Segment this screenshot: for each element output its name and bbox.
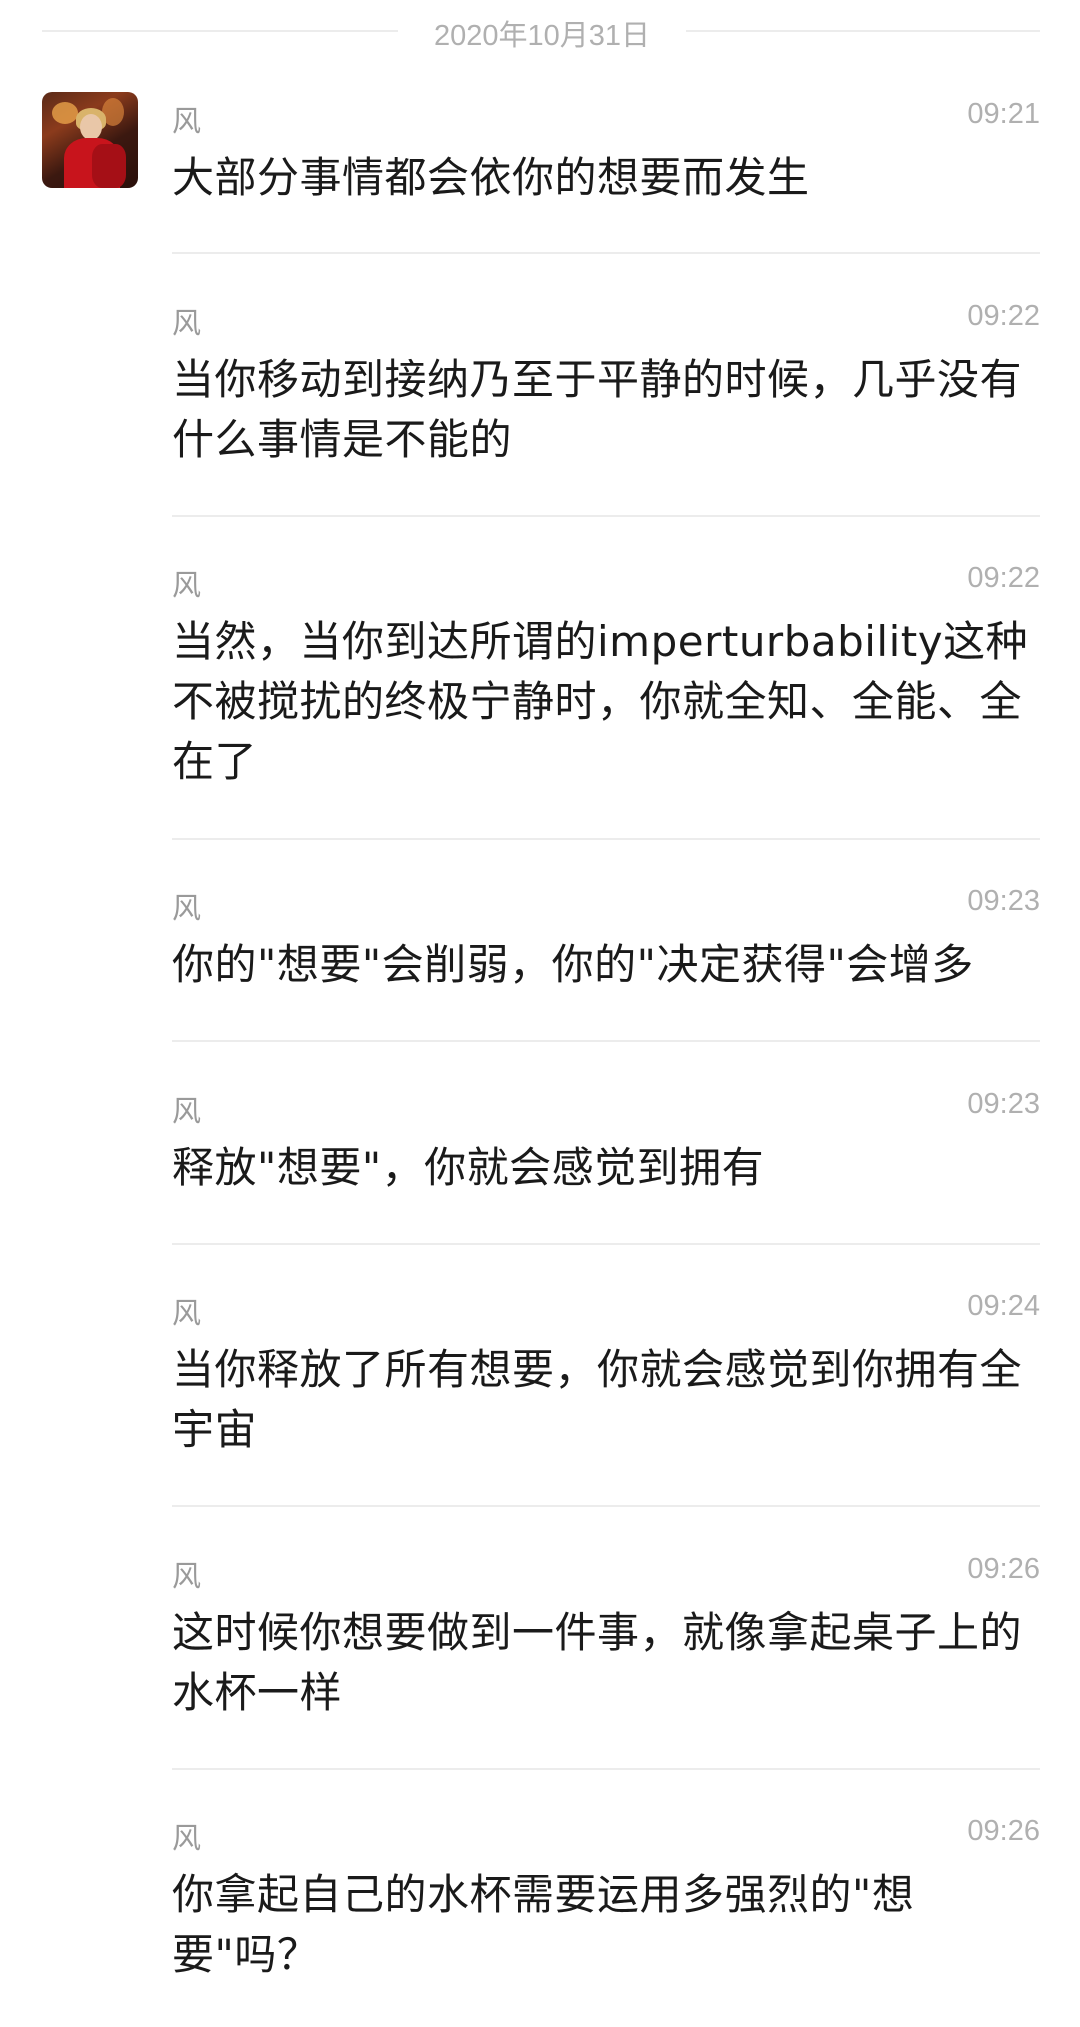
sender-name: 风 (172, 1296, 202, 1330)
message-text: 当然，当你到达所谓的imperturbability这种不被搅扰的终极宁静时，你… (172, 617, 1029, 786)
message-item[interactable]: 风 09:26 这时候你想要做到一件事，就像拿起桌子上的水杯一样 (172, 1553, 1040, 1753)
message-time: 09:26 (967, 1815, 1040, 1847)
message-text: 当你释放了所有想要，你就会感觉到你拥有全宇宙 (172, 1345, 1023, 1454)
message-item[interactable]: 风 09:22 当然，当你到达所谓的imperturbability这种不被搅扰… (172, 562, 1040, 822)
message-time: 09:22 (967, 300, 1040, 332)
message-time: 09:21 (967, 98, 1040, 130)
message-time: 09:26 (967, 1553, 1040, 1585)
date-separator: 2020年10月31日 (0, 0, 1080, 64)
message-text: 这时候你想要做到一件事，就像拿起桌子上的水杯一样 (172, 1608, 1023, 1717)
message-text: 你拿起自己的水杯需要运用多强烈的"想要"吗？ (172, 1870, 915, 1979)
message-text: 大部分事情都会依你的想要而发生 (172, 153, 810, 202)
date-label: 2020年10月31日 (433, 20, 651, 52)
date-line-right (686, 30, 1040, 32)
message-item[interactable]: 风 09:23 你的"想要"会削弱，你的"决定获得"会增多 (172, 885, 1040, 1035)
message-item[interactable]: 风 09:21 大部分事情都会依你的想要而发生 (172, 98, 1040, 248)
sender-name: 风 (172, 306, 202, 340)
message-divider (172, 252, 1040, 254)
message-text: 当你移动到接纳乃至于平静的时候，几乎没有什么事情是不能的 (172, 355, 1023, 464)
sender-name: 风 (172, 1559, 202, 1593)
message-item[interactable]: 风 09:22 当你移动到接纳乃至于平静的时候，几乎没有什么事情是不能的 (172, 300, 1040, 500)
message-time: 09:24 (967, 1290, 1040, 1322)
message-time: 09:23 (967, 1088, 1040, 1120)
sender-name: 风 (172, 1094, 202, 1128)
message-item[interactable]: 风 09:23 释放"想要"，你就会感觉到拥有 (172, 1088, 1040, 1238)
sender-name: 风 (172, 891, 202, 925)
message-text: 你的"想要"会削弱，你的"决定获得"会增多 (172, 940, 974, 989)
sender-name: 风 (172, 1821, 202, 1855)
message-time: 09:22 (967, 562, 1040, 594)
message-time: 09:23 (967, 885, 1040, 917)
sender-name: 风 (172, 104, 202, 138)
sender-name: 风 (172, 568, 202, 602)
message-divider (172, 1768, 1040, 1770)
date-line-left (42, 30, 398, 32)
message-item[interactable]: 风 09:24 当你释放了所有想要，你就会感觉到你拥有全宇宙 (172, 1290, 1040, 1490)
message-divider (172, 1505, 1040, 1507)
message-divider (172, 838, 1040, 840)
message-divider (172, 1243, 1040, 1245)
message-divider (172, 1040, 1040, 1042)
message-text: 释放"想要"，你就会感觉到拥有 (172, 1143, 765, 1192)
message-divider (172, 515, 1040, 517)
avatar[interactable] (42, 92, 138, 188)
message-item[interactable]: 风 09:26 你拿起自己的水杯需要运用多强烈的"想要"吗？ (172, 1815, 1040, 2015)
